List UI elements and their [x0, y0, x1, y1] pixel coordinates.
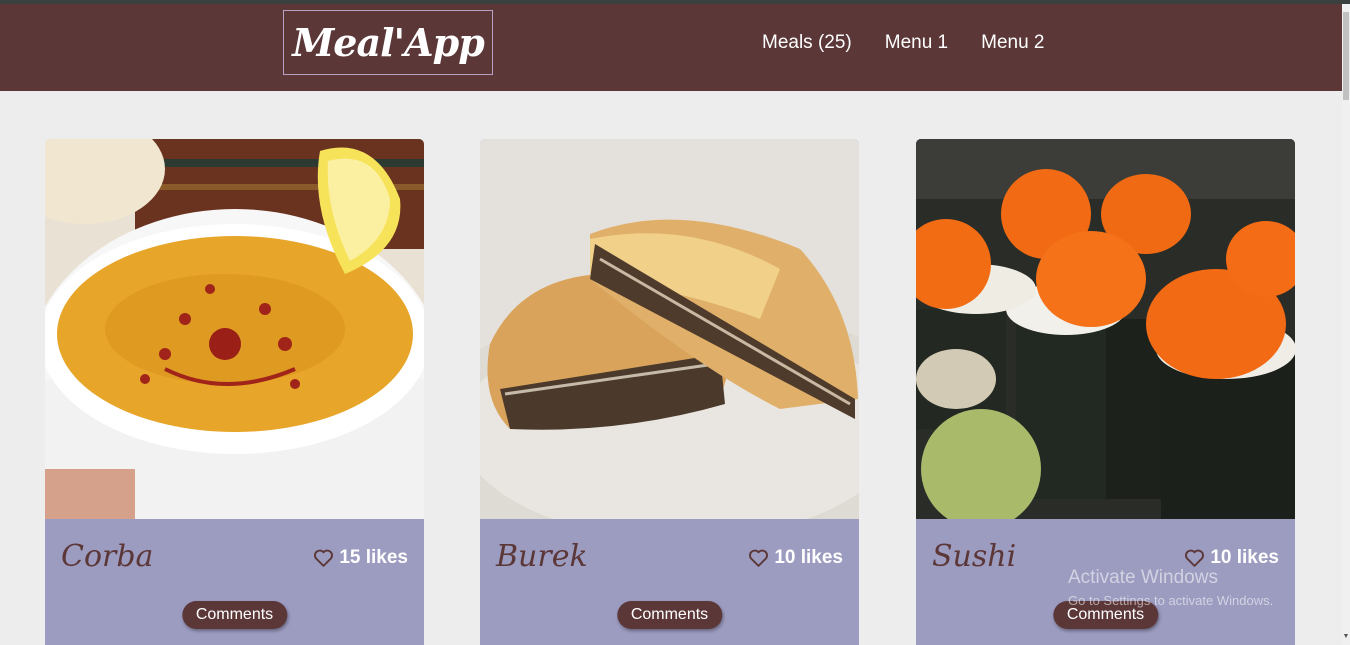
meal-name: Burek	[496, 539, 588, 574]
meal-image-sushi	[916, 139, 1295, 519]
site-header: Meal'App Meals (25) Menu 1 Menu 2	[0, 4, 1342, 91]
page-scrollbar[interactable]: ▼	[1342, 4, 1350, 645]
main-nav: Meals (25) Menu 1 Menu 2	[762, 32, 1045, 54]
comments-button[interactable]: Comments	[181, 601, 288, 629]
scrollbar-thumb[interactable]	[1343, 12, 1349, 100]
watermark-subtitle: Go to Settings to activate Windows.	[1068, 593, 1274, 608]
likes-count: 10 likes	[774, 547, 843, 568]
heart-icon[interactable]	[1184, 548, 1205, 568]
meal-card-corba: Corba 15 likes Comments	[45, 139, 424, 645]
nav-item-meals[interactable]: Meals (25)	[762, 32, 852, 54]
likes-count: 15 likes	[339, 547, 408, 568]
app-logo[interactable]: Meal'App	[283, 10, 493, 75]
like-control[interactable]: 10 likes	[1184, 547, 1279, 569]
meal-info-burek: Burek 10 likes Comments	[480, 519, 859, 645]
windows-activation-watermark: Activate Windows Go to Settings to activ…	[1068, 567, 1273, 608]
meal-name: Sushi	[932, 539, 1017, 574]
like-control[interactable]: 10 likes	[748, 547, 843, 569]
comments-button[interactable]: Comments	[616, 601, 723, 629]
meal-image-corba	[45, 139, 424, 519]
meal-name: Corba	[61, 539, 154, 574]
heart-icon[interactable]	[313, 548, 334, 568]
meal-card-burek: Burek 10 likes Comments	[480, 139, 859, 645]
nav-item-menu-1[interactable]: Menu 1	[885, 32, 948, 54]
watermark-title: Activate Windows	[1068, 567, 1218, 588]
scroll-down-arrow-icon[interactable]: ▼	[1342, 633, 1350, 641]
likes-count: 10 likes	[1210, 547, 1279, 568]
meal-info-corba: Corba 15 likes Comments	[45, 519, 424, 645]
heart-icon[interactable]	[748, 548, 769, 568]
meal-image-burek	[480, 139, 859, 519]
like-control[interactable]: 15 likes	[313, 547, 408, 569]
nav-item-menu-2[interactable]: Menu 2	[981, 32, 1044, 54]
